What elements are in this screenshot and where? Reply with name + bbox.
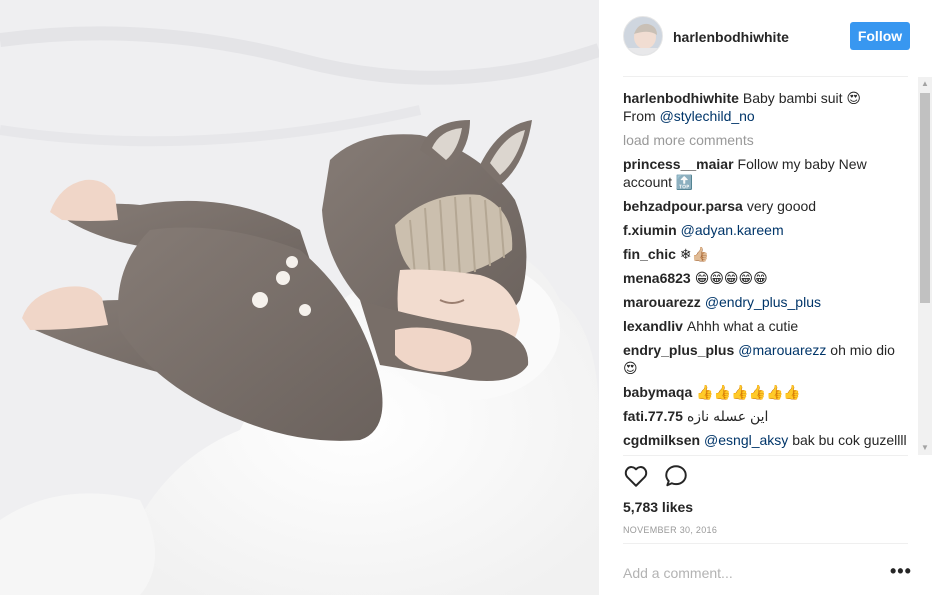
comment-mention[interactable]: @marouarezz	[738, 342, 826, 358]
load-more-comments-link[interactable]: load more comments	[623, 131, 909, 149]
caption-from: From	[623, 108, 656, 124]
comment-text: very goood	[746, 198, 817, 214]
comment-username[interactable]: lexandliv	[623, 318, 683, 334]
scroll-down-arrow-icon[interactable]: ▼	[918, 441, 932, 455]
list-item: marouarezz @endry_plus_plus	[623, 293, 909, 311]
caption-text: Baby bambi suit 😍	[742, 90, 861, 106]
likes-count[interactable]: 5,783 likes	[623, 499, 693, 515]
comment-text: این عسله نازه	[686, 408, 769, 424]
comments-scrollbar[interactable]: ▲ ▼	[918, 77, 932, 455]
comment-username[interactable]: endry_plus_plus	[623, 342, 734, 358]
comment-mention[interactable]: @endry_plus_plus	[705, 294, 821, 310]
ellipsis-icon[interactable]: •••	[890, 561, 912, 581]
comment-username[interactable]: marouarezz	[623, 294, 701, 310]
post-author-username[interactable]: harlenbodhiwhite	[673, 29, 789, 45]
list-item: lexandliv Ahhh what a cutie	[623, 317, 909, 335]
heart-outline-icon[interactable]	[623, 463, 651, 491]
post-sidebar: harlenbodhiwhite Follow harlenbodhiwhite…	[599, 0, 932, 595]
baby-in-deer-suit-image	[0, 0, 599, 595]
caption-username[interactable]: harlenbodhiwhite	[623, 90, 739, 106]
comment-username[interactable]: babymaqa	[623, 384, 692, 400]
list-item: babymaqa 👍👍👍👍👍👍	[623, 383, 909, 401]
list-item: cgdmilksen @esngl_aksy bak bu cok guzelll…	[623, 431, 909, 449]
footer-divider	[623, 543, 908, 544]
post-photo	[0, 0, 599, 595]
comment-username[interactable]: behzadpour.parsa	[623, 198, 743, 214]
post-caption: harlenbodhiwhite Baby bambi suit 😍 From @…	[623, 89, 909, 125]
list-item: fati.77.75 این عسله نازه	[623, 407, 909, 425]
post-header: harlenbodhiwhite Follow	[623, 16, 912, 76]
comment-username[interactable]: mena6823	[623, 270, 691, 286]
scroll-up-arrow-icon[interactable]: ▲	[918, 77, 932, 91]
comment-mention[interactable]: @esngl_aksy	[704, 432, 788, 448]
comment-text: 😁😁😁😁😁	[694, 270, 768, 286]
post-actions	[623, 463, 743, 491]
comment-username[interactable]: cgdmilksen	[623, 432, 700, 448]
speech-bubble-outline-icon[interactable]	[663, 463, 691, 491]
post-date[interactable]: NOVEMBER 30, 2016	[623, 525, 717, 535]
comment-username[interactable]: fin_chic	[623, 246, 676, 262]
list-item: mena6823 😁😁😁😁😁	[623, 269, 909, 287]
follow-button[interactable]: Follow	[850, 22, 910, 50]
scrollbar-thumb[interactable]	[920, 93, 930, 303]
caption-mention[interactable]: @stylechild_no	[660, 108, 755, 124]
list-item: endry_plus_plus @marouarezz oh mio dio 😍	[623, 341, 909, 377]
avatar[interactable]	[623, 16, 663, 56]
header-divider	[623, 76, 908, 77]
comment-username[interactable]: fati.77.75	[623, 408, 683, 424]
comment-text: ❄👍🏼	[679, 246, 710, 262]
comments-list: harlenbodhiwhite Baby bambi suit 😍 From @…	[623, 89, 909, 453]
add-comment-input[interactable]	[623, 563, 853, 583]
comment-text: 👍👍👍👍👍👍	[696, 384, 801, 400]
comment-text: Ahhh what a cutie	[686, 318, 799, 334]
comments-divider	[623, 455, 908, 456]
list-item: behzadpour.parsa very goood	[623, 197, 909, 215]
list-item: princess__maiar Follow my baby New accoun…	[623, 155, 909, 191]
list-item: fin_chic ❄👍🏼	[623, 245, 909, 263]
comment-username[interactable]: f.xiumin	[623, 222, 677, 238]
comment-username[interactable]: princess__maiar	[623, 156, 734, 172]
comment-text: bak bu cok guzellll	[792, 432, 907, 448]
comment-mention[interactable]: @adyan.kareem	[681, 222, 784, 238]
list-item: f.xiumin @adyan.kareem	[623, 221, 909, 239]
avatar-image	[624, 17, 662, 55]
